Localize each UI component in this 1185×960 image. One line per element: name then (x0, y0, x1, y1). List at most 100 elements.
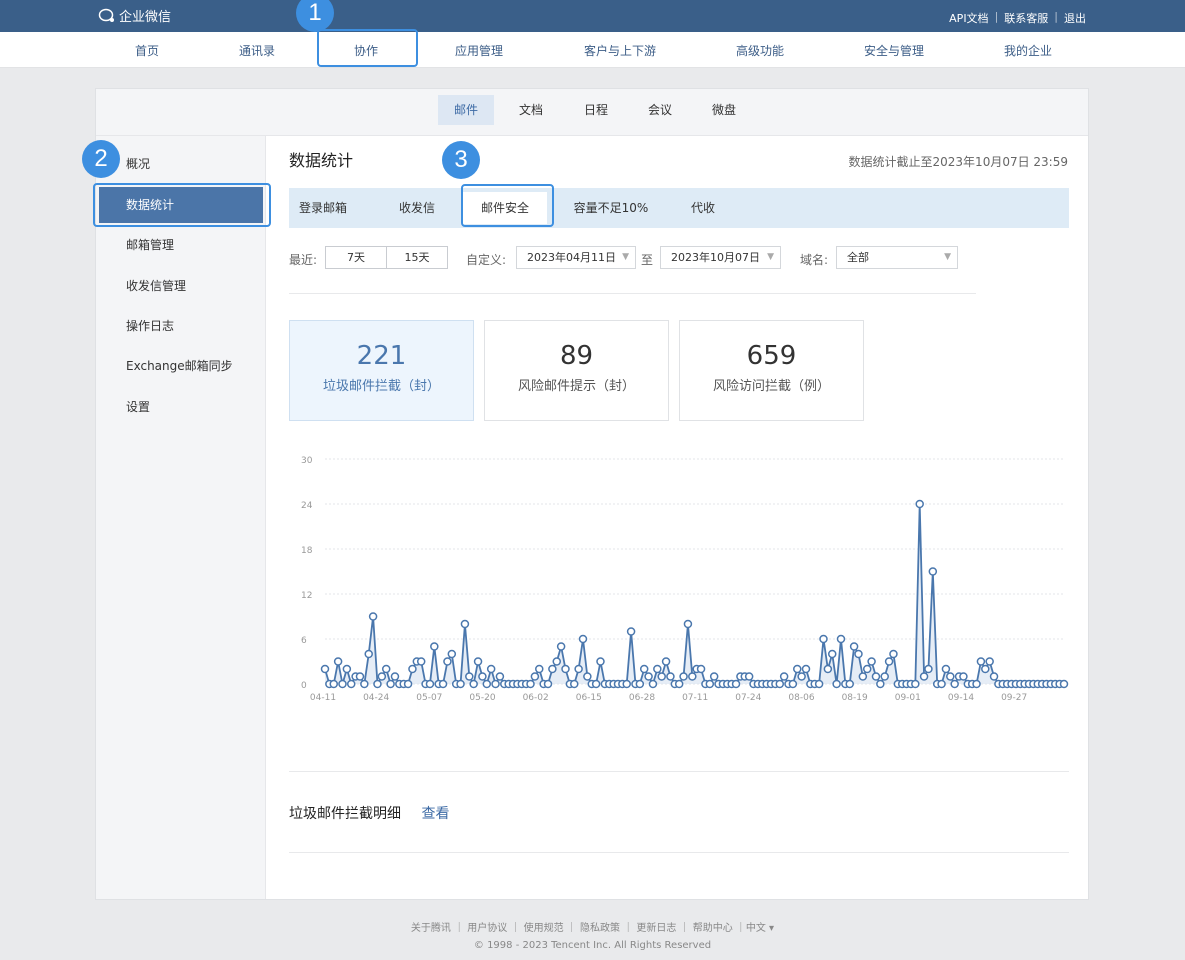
data-point[interactable] (548, 664, 557, 674)
domain-select[interactable]: 全部 ▼ (836, 246, 958, 269)
nav-contacts[interactable]: 通讯录 (239, 42, 275, 59)
data-point[interactable] (460, 619, 470, 629)
range-15-days-button[interactable]: 15天 (386, 246, 448, 269)
data-point[interactable] (709, 672, 719, 681)
data-point[interactable] (845, 679, 854, 689)
date-from-select[interactable]: 2023年04月11日 ▼ (516, 246, 636, 269)
data-point[interactable] (744, 672, 754, 681)
data-point[interactable] (456, 679, 465, 689)
data-point[interactable] (871, 672, 881, 681)
tab-mail[interactable]: 邮件 (437, 95, 495, 125)
data-point[interactable] (972, 679, 981, 689)
stat-spam-blocked[interactable]: 221 垃圾邮件拦截（封） (289, 320, 474, 421)
nav-home[interactable]: 首页 (135, 42, 159, 59)
data-point[interactable] (683, 619, 693, 629)
data-point[interactable] (989, 672, 999, 681)
data-point[interactable] (919, 672, 929, 681)
data-point[interactable] (338, 679, 347, 689)
sidebar-item-operation-log[interactable]: 操作日志 (96, 308, 266, 344)
data-point[interactable] (705, 679, 715, 689)
tab-schedule[interactable]: 日程 (568, 95, 624, 125)
stat-risk-mail[interactable]: 89 风险邮件提示（封） (484, 320, 669, 421)
nav-advanced[interactable]: 高级功能 (736, 42, 784, 59)
data-point[interactable] (364, 649, 373, 659)
data-point[interactable] (386, 679, 395, 689)
data-point[interactable] (779, 672, 789, 681)
sidebar-item-settings[interactable]: 设置 (96, 389, 266, 425)
data-point[interactable] (801, 664, 811, 674)
data-point[interactable] (561, 664, 570, 674)
data-point[interactable] (867, 657, 876, 666)
nav-security[interactable]: 安全与管理 (864, 42, 924, 59)
data-point[interactable] (552, 657, 562, 666)
data-point[interactable] (368, 612, 378, 621)
data-point[interactable] (849, 642, 859, 651)
data-point[interactable] (653, 664, 662, 674)
data-point[interactable] (915, 499, 924, 509)
tab-login-mailbox[interactable]: 登录邮箱 (299, 188, 347, 228)
data-point[interactable] (482, 679, 492, 689)
data-point[interactable] (390, 672, 400, 681)
date-to-select[interactable]: 2023年10月07日 ▼ (660, 246, 781, 269)
tab-collect[interactable]: 代收 (691, 188, 715, 228)
data-point[interactable] (889, 649, 898, 659)
data-point[interactable] (408, 664, 417, 674)
data-point[interactable] (626, 627, 636, 636)
data-point[interactable] (381, 664, 391, 674)
logout-link[interactable]: 退出 (1058, 10, 1092, 26)
data-point[interactable] (858, 672, 868, 681)
data-point[interactable] (793, 664, 802, 674)
data-point[interactable] (438, 679, 448, 689)
data-point[interactable] (377, 672, 387, 681)
data-point[interactable] (679, 672, 688, 681)
data-point[interactable] (674, 679, 684, 689)
data-point[interactable] (574, 664, 583, 674)
data-point[interactable] (430, 642, 439, 651)
data-point[interactable] (880, 672, 889, 681)
data-point[interactable] (591, 679, 601, 689)
data-point[interactable] (425, 679, 435, 689)
data-point[interactable] (556, 642, 566, 651)
tab-meeting[interactable]: 会议 (632, 95, 688, 125)
data-point[interactable] (329, 679, 338, 689)
data-point[interactable] (447, 649, 457, 659)
data-point[interactable] (937, 679, 946, 689)
nav-customers[interactable]: 客户与上下游 (584, 42, 656, 59)
data-point[interactable] (884, 657, 894, 666)
data-point[interactable] (911, 679, 920, 689)
data-point[interactable] (569, 679, 579, 689)
data-point[interactable] (775, 679, 785, 689)
data-point[interactable] (854, 649, 863, 659)
data-point[interactable] (976, 657, 986, 666)
data-point[interactable] (346, 679, 356, 689)
data-point[interactable] (819, 634, 828, 644)
sidebar-item-exchange-sync[interactable]: Exchange邮箱同步 (96, 348, 266, 384)
data-point[interactable] (666, 672, 675, 681)
data-point[interactable] (1059, 679, 1069, 689)
tab-drive[interactable]: 微盘 (696, 95, 752, 125)
data-point[interactable] (959, 672, 968, 681)
data-point[interactable] (836, 634, 846, 644)
data-point[interactable] (333, 657, 343, 666)
sidebar-item-send-receive[interactable]: 收发信管理 (96, 268, 266, 304)
data-point[interactable] (823, 664, 833, 674)
data-point[interactable] (946, 672, 955, 681)
nav-app-management[interactable]: 应用管理 (455, 42, 503, 59)
data-point[interactable] (941, 664, 951, 674)
data-point[interactable] (985, 657, 994, 666)
data-point[interactable] (657, 672, 666, 681)
data-point[interactable] (469, 679, 478, 689)
data-point[interactable] (360, 679, 369, 689)
data-point[interactable] (535, 664, 544, 674)
data-point[interactable] (495, 672, 505, 681)
tab-low-capacity[interactable]: 容量不足10% (574, 188, 649, 228)
data-point[interactable] (443, 657, 452, 666)
data-point[interactable] (486, 664, 496, 674)
data-point[interactable] (832, 679, 841, 689)
data-point[interactable] (981, 664, 990, 674)
data-point[interactable] (788, 679, 798, 689)
range-7-days-button[interactable]: 7天 (325, 246, 387, 269)
wecom-logo[interactable]: 企业微信 (98, 6, 171, 25)
tab-send-receive[interactable]: 收发信 (399, 188, 435, 228)
data-point[interactable] (491, 679, 500, 689)
